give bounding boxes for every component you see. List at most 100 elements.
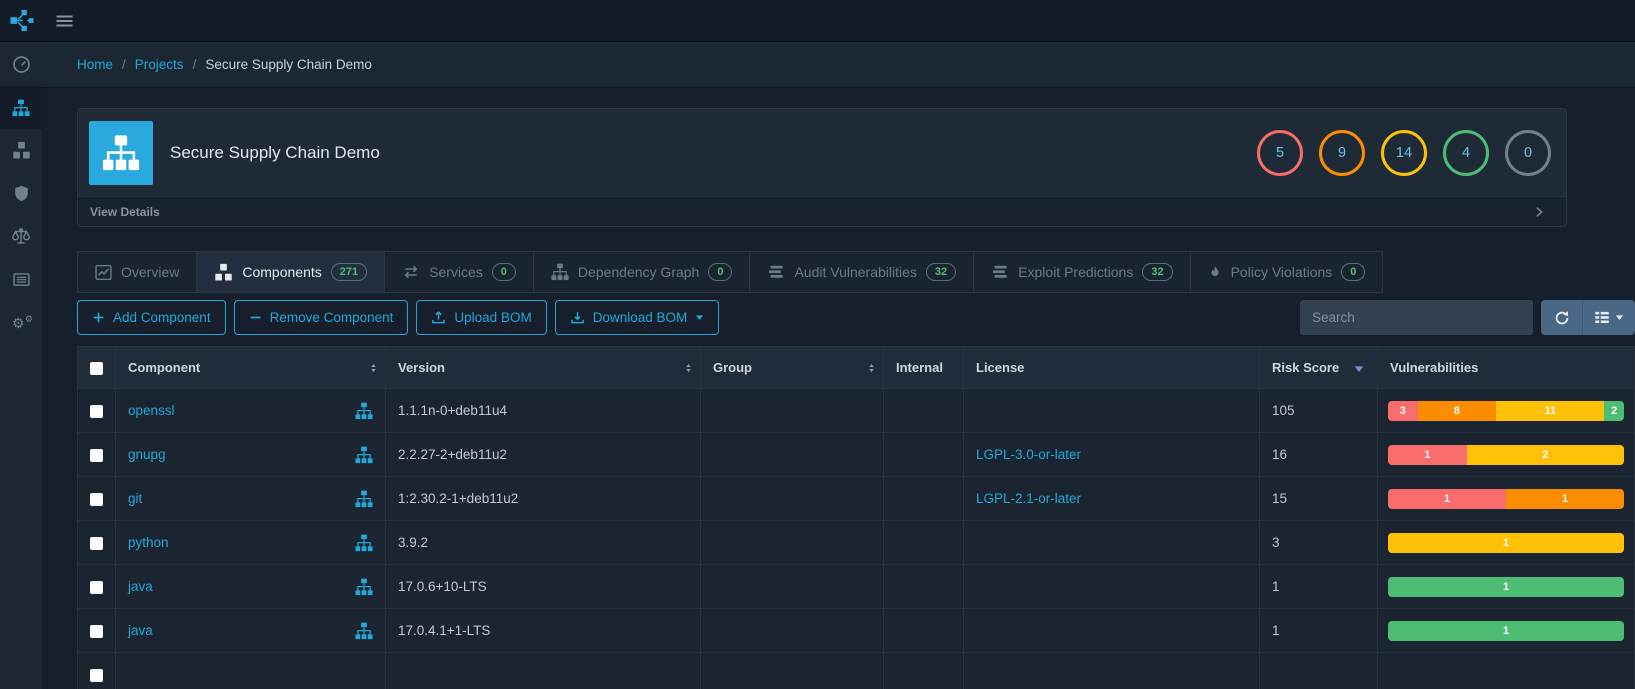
version-cell: 1:2.30.2-1+deb11u2: [385, 476, 701, 521]
column-label: License: [976, 360, 1025, 375]
sidebar-item-projects[interactable]: [0, 86, 42, 129]
internal-cell: [883, 608, 964, 653]
refresh-button[interactable]: [1541, 300, 1582, 335]
component-link[interactable]: git: [128, 491, 142, 506]
tab-count-badge: 32: [925, 263, 957, 281]
caret-down-icon: [1615, 314, 1624, 321]
vuln-segment-critical: 1: [1388, 444, 1467, 465]
group-cell: [700, 388, 884, 433]
tab-dependency-graph[interactable]: Dependency Graph 0: [532, 251, 751, 293]
internal-cell: [883, 476, 964, 521]
version-cell: 3.9.2: [385, 520, 701, 565]
sidebar-item-vulnerabilities[interactable]: [0, 172, 42, 215]
sidebar-item-vulnerability-audit[interactable]: [0, 258, 42, 301]
column-header-component[interactable]: Component: [115, 346, 386, 389]
breadcrumb-link-projects[interactable]: Projects: [135, 57, 184, 72]
columns-button[interactable]: [1582, 300, 1635, 335]
severity-badge-critical[interactable]: 5: [1257, 129, 1303, 176]
search-input[interactable]: [1300, 300, 1533, 335]
row-checkbox[interactable]: [90, 404, 103, 418]
internal-cell: [883, 520, 964, 565]
column-header-risk-score[interactable]: Risk Score: [1259, 346, 1378, 389]
sort-icon[interactable]: [369, 361, 378, 374]
sidebar-item-components[interactable]: [0, 129, 42, 172]
row-checkbox[interactable]: [90, 536, 103, 550]
dependency-graph-icon[interactable]: [355, 446, 373, 464]
sidebar-item-policy-management[interactable]: ⚙ ⚙: [0, 301, 42, 344]
group-cell: [700, 476, 884, 521]
component-link[interactable]: java: [128, 579, 153, 594]
column-header-select-all: [77, 346, 116, 389]
components-table: Component Version Group Internal License Risk…: [77, 346, 1635, 689]
row-checkbox[interactable]: [90, 668, 103, 682]
tab-services[interactable]: Services 0: [384, 251, 534, 293]
row-checkbox[interactable]: [90, 492, 103, 506]
group-cell: [700, 432, 884, 477]
column-header-license[interactable]: License: [963, 346, 1260, 389]
component-link[interactable]: gnupg: [128, 447, 166, 462]
component-link[interactable]: python: [128, 535, 169, 550]
dependency-graph-icon[interactable]: [355, 578, 373, 596]
column-header-vulnerabilities[interactable]: Vulnerabilities: [1377, 346, 1635, 389]
sitemap-icon: [102, 134, 140, 172]
add-component-button[interactable]: Add Component: [77, 300, 226, 335]
sidebar-item-dashboard[interactable]: [0, 43, 42, 86]
exchange-icon: [402, 264, 420, 280]
license-link[interactable]: LGPL-3.0-or-later: [976, 447, 1081, 462]
button-label: Remove Component: [269, 310, 394, 325]
dependency-graph-icon[interactable]: [355, 622, 373, 640]
severity-badge-medium[interactable]: 14: [1381, 129, 1427, 176]
license-cell: [963, 388, 1260, 433]
tab-components[interactable]: Components 271: [196, 251, 386, 293]
internal-cell: [883, 388, 964, 433]
tab-overview[interactable]: Overview: [77, 251, 198, 293]
sort-desc-icon[interactable]: [1354, 365, 1364, 373]
severity-badge-count: 5: [1275, 144, 1285, 161]
upload-bom-button[interactable]: Upload BOM: [416, 300, 547, 335]
tab-audit-vulnerabilities[interactable]: Audit Vulnerabilities 32: [749, 251, 975, 293]
row-checkbox[interactable]: [90, 624, 103, 638]
license-link[interactable]: LGPL-2.1-or-later: [976, 491, 1081, 506]
table-controls: [1541, 300, 1635, 335]
breadcrumb-link-home[interactable]: Home: [77, 57, 113, 72]
view-details-button[interactable]: View Details: [78, 196, 1566, 226]
sort-icon[interactable]: [867, 361, 876, 374]
sitemap-icon: [551, 263, 569, 281]
dependency-graph-icon[interactable]: [355, 402, 373, 420]
severity-badge-high[interactable]: 9: [1319, 129, 1365, 176]
severity-badge-unassigned[interactable]: 0: [1505, 129, 1551, 176]
hamburger-icon[interactable]: [54, 12, 75, 30]
app-logo[interactable]: [0, 8, 42, 33]
tab-policy-violations[interactable]: Policy Violations 0: [1189, 251, 1384, 293]
remove-component-button[interactable]: Remove Component: [233, 300, 409, 335]
chart-line-icon: [95, 264, 112, 281]
internal-cell: [883, 432, 964, 477]
sort-icon[interactable]: [684, 361, 693, 374]
sidebar-item-licenses[interactable]: [0, 215, 42, 258]
minus-icon: [249, 311, 262, 324]
column-label: Component: [128, 360, 201, 375]
cubes-icon: [12, 141, 31, 160]
component-link[interactable]: java: [128, 623, 153, 638]
dependency-graph-icon[interactable]: [355, 490, 373, 508]
column-header-group[interactable]: Group: [700, 346, 884, 389]
severity-badge-low[interactable]: 4: [1443, 129, 1489, 176]
breadcrumb: Home / Projects / Secure Supply Chain Demo: [42, 42, 1635, 88]
vuln-segment-low: 2: [1604, 400, 1624, 421]
download-bom-button[interactable]: Download BOM: [554, 300, 720, 335]
row-checkbox[interactable]: [90, 448, 103, 462]
vulnerability-bar: 1: [1388, 576, 1624, 597]
select-all-checkbox[interactable]: [90, 362, 103, 376]
component-link[interactable]: openssl: [128, 403, 175, 418]
column-header-version[interactable]: Version: [385, 346, 701, 389]
vulnerability-bar: 3 8 11 2: [1388, 400, 1624, 421]
button-label: Upload BOM: [454, 310, 532, 325]
dependency-graph-icon[interactable]: [355, 534, 373, 552]
stream-icon: [991, 264, 1009, 280]
tab-exploit-predictions[interactable]: Exploit Predictions 32: [973, 251, 1191, 293]
stream-icon: [767, 264, 785, 280]
breadcrumb-separator: /: [192, 57, 197, 72]
row-checkbox[interactable]: [90, 580, 103, 594]
column-header-internal[interactable]: Internal: [883, 346, 964, 389]
breadcrumb-separator: /: [122, 57, 126, 72]
